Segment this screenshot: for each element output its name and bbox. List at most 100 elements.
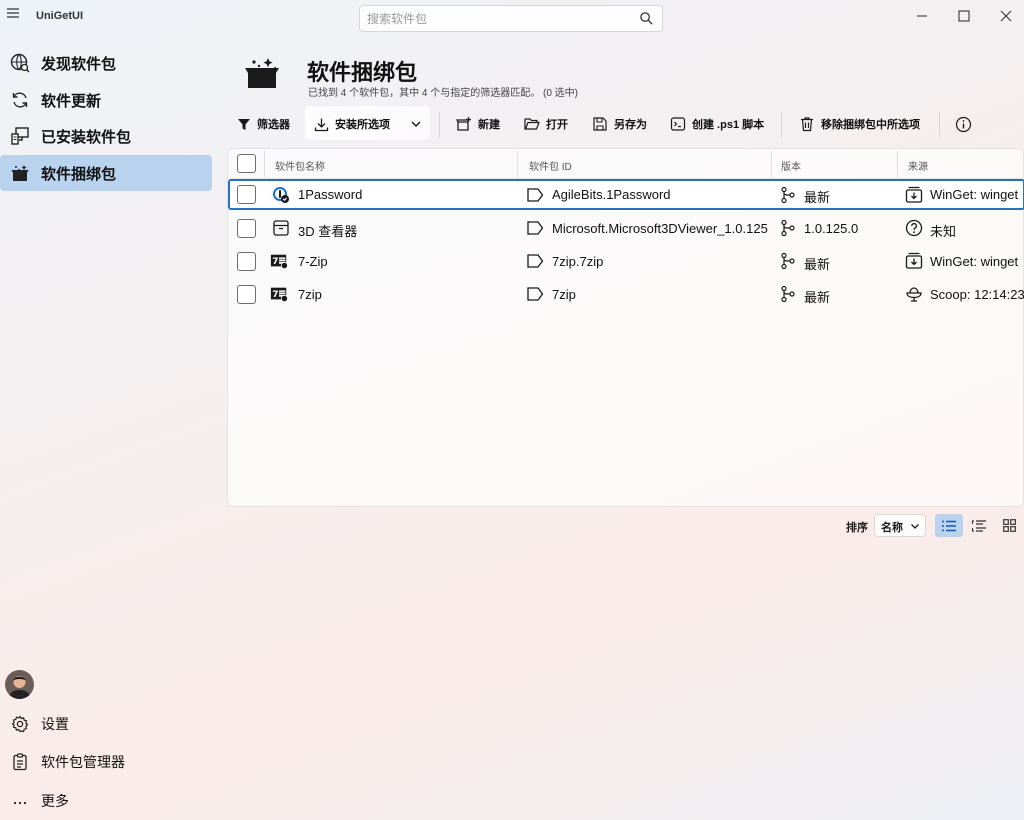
compact-list-view-button[interactable] (965, 514, 993, 537)
installed-computer-icon (9, 125, 31, 147)
version-branch-icon (781, 219, 795, 237)
gear-icon (9, 713, 31, 735)
scoop-icon (906, 287, 922, 302)
grid-view-icon (1002, 519, 1016, 532)
create-ps1-button[interactable]: 创建 .ps1 脚本 (670, 110, 764, 138)
chevron-down-icon (411, 121, 421, 128)
package-box-icon (273, 220, 289, 236)
sidebar-item-more[interactable]: 更多 (0, 783, 212, 819)
winget-icon (905, 186, 923, 203)
version-branch-icon (781, 252, 795, 270)
sidebar-item-label: 设置 (41, 716, 69, 732)
user-avatar[interactable] (5, 670, 34, 699)
row-checkbox[interactable] (237, 252, 256, 271)
list-view-button[interactable] (935, 514, 963, 537)
table-row[interactable]: 7 7zip 7zip 最新 Scoop: 12:14:23 (228, 279, 1024, 310)
title-bar: UniGetUI (0, 0, 1024, 34)
table-row[interactable]: 7 7-Zip 7zip.7zip 最新 WinGet: winget (228, 246, 1024, 277)
save-as-button[interactable]: 另存为 (592, 110, 647, 138)
maximize-button[interactable] (953, 6, 975, 26)
package-id: AgileBits.1Password (552, 187, 671, 202)
svg-text:7: 7 (272, 290, 278, 300)
column-header-source[interactable]: 来源 (908, 158, 928, 173)
page-subtitle: 已找到 4 个软件包，其中 4 个与指定的筛选器匹配。 (0 选中) (308, 88, 579, 99)
toolbar-separator (781, 112, 782, 138)
sidebar-item-bundles[interactable]: 软件捆绑包 (0, 155, 212, 191)
sidebar-item-label: 软件更新 (41, 92, 102, 110)
grid-view-button[interactable] (995, 514, 1023, 537)
column-header-version[interactable]: 版本 (781, 158, 801, 173)
sort-value: 名称 (881, 522, 903, 534)
remove-selected-button[interactable]: 移除捆绑包中所选项 (799, 110, 920, 138)
sidebar-item-package-managers[interactable]: 软件包管理器 (0, 744, 212, 780)
new-bundle-button[interactable]: 新建 (456, 110, 500, 138)
install-selected-label: 安装所选项 (335, 119, 390, 131)
table-row[interactable]: 1Password AgileBits.1Password 最新 WinGet:… (228, 179, 1024, 210)
package-name: 7-Zip (298, 254, 328, 269)
search-icon[interactable] (639, 11, 654, 26)
new-bundle-label: 新建 (478, 119, 500, 131)
sort-label: 排序 (846, 522, 868, 534)
info-button[interactable] (955, 110, 972, 138)
hamburger-menu-icon[interactable] (6, 6, 22, 22)
search-input[interactable] (360, 6, 620, 31)
toolbar-separator (439, 112, 440, 138)
install-options-dropdown[interactable] (405, 110, 427, 138)
select-all-checkbox[interactable] (237, 154, 256, 173)
package-id: 7zip.7zip (552, 254, 604, 269)
chevron-down-icon (911, 524, 919, 529)
winget-icon (905, 252, 923, 269)
table-row[interactable]: 3D 查看器 Microsoft.Microsoft3DViewer_1.0.1… (228, 213, 1024, 244)
discover-globe-icon (9, 52, 31, 74)
sidebar-item-label: 软件捆绑包 (41, 165, 117, 183)
column-separator (517, 151, 518, 177)
column-header-name[interactable]: 软件包名称 (275, 158, 325, 173)
close-button[interactable] (995, 6, 1017, 26)
remove-selected-label: 移除捆绑包中所选项 (821, 119, 920, 131)
package-name: 1Password (298, 187, 363, 202)
toolbar-separator (939, 112, 940, 138)
install-selected-button[interactable]: 安装所选项 (314, 110, 390, 138)
refresh-icon (9, 89, 31, 111)
compact-list-icon (972, 519, 986, 532)
row-checkbox[interactable] (237, 185, 256, 204)
package-version: 1.0.125.0 (804, 221, 859, 236)
table-header: 软件包名称 软件包 ID 版本 来源 (228, 149, 1024, 179)
folder-open-icon (524, 118, 540, 130)
search-box[interactable] (359, 5, 663, 32)
sidebar-item-discover[interactable]: 发现软件包 (0, 45, 212, 81)
minimize-button[interactable] (911, 6, 933, 26)
package-version: 最新 (804, 290, 831, 305)
open-bundle-label: 打开 (546, 119, 568, 131)
trash-icon (801, 117, 813, 132)
question-icon (905, 219, 923, 237)
filter-label: 筛选器 (257, 119, 290, 131)
bundle-box-icon (9, 162, 31, 184)
open-bundle-button[interactable]: 打开 (524, 110, 568, 138)
terminal-icon (670, 117, 686, 131)
packages-table: 软件包名称 软件包 ID 版本 来源 1Password AgileBits.1… (227, 148, 1024, 507)
more-dots-icon (9, 790, 31, 812)
info-icon (955, 116, 972, 132)
7zip-icon: 7 (270, 287, 288, 303)
new-bundle-icon (456, 117, 471, 131)
page-title: 软件捆绑包 (307, 60, 418, 85)
package-name: 3D 查看器 (298, 224, 358, 239)
package-name: 7zip (298, 287, 322, 302)
sidebar-item-installed[interactable]: 已安装软件包 (0, 118, 212, 154)
clipboard-list-icon (9, 751, 31, 773)
package-version: 最新 (804, 190, 831, 205)
package-source: 未知 (930, 224, 957, 239)
package-id: 7zip (552, 287, 576, 302)
row-checkbox[interactable] (237, 285, 256, 304)
1password-icon (273, 187, 289, 203)
filter-funnel-icon (238, 119, 250, 130)
sidebar-item-settings[interactable]: 设置 (0, 706, 212, 742)
save-as-label: 另存为 (614, 119, 647, 131)
sidebar-item-updates[interactable]: 软件更新 (0, 82, 212, 118)
column-header-id[interactable]: 软件包 ID (529, 158, 572, 173)
sort-dropdown[interactable]: 名称 (874, 514, 926, 537)
row-checkbox[interactable] (237, 219, 256, 238)
filter-button[interactable]: 筛选器 (237, 110, 290, 138)
tag-icon (527, 254, 544, 268)
